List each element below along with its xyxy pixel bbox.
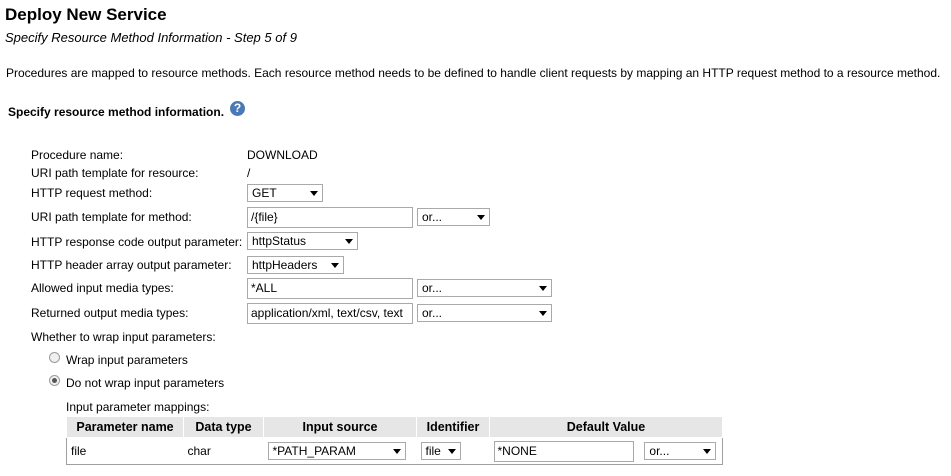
http-method-select[interactable]: GET	[247, 184, 323, 202]
intro-text: Procedures are mapped to resource method…	[6, 66, 941, 80]
help-icon[interactable]: ?	[230, 101, 245, 116]
header-array-select[interactable]: httpHeaders	[247, 256, 344, 274]
output-media-or-select[interactable]: or...	[417, 304, 552, 322]
input-source-select[interactable]: *PATH_PARAM	[267, 442, 406, 460]
page-title: Deploy New Service	[5, 5, 167, 24]
procedure-name-label: Procedure name:	[31, 148, 124, 162]
mappings-table: Parameter name Data type Input source Id…	[66, 416, 723, 465]
wrap-option-label[interactable]: Wrap input parameters	[66, 353, 188, 367]
input-media-or-select[interactable]: or...	[417, 279, 552, 297]
uri-method-or-value: or...	[422, 210, 443, 224]
output-media-input[interactable]: application/xml, text/csv, text	[247, 303, 413, 324]
header-array-value: httpHeaders	[252, 258, 318, 272]
table-row: file char *PATH_PARAM file *NONE or...	[67, 438, 723, 465]
chevron-down-icon	[539, 286, 547, 291]
http-method-label: HTTP request method:	[31, 186, 153, 200]
chevron-down-icon	[392, 449, 401, 454]
col-data-type: Data type	[183, 416, 264, 438]
mappings-header-row: Parameter name Data type Input source Id…	[66, 416, 723, 438]
col-input-source: Input source	[263, 416, 417, 438]
default-or-select[interactable]: or...	[644, 442, 717, 460]
col-default-value: Default Value	[489, 416, 723, 438]
response-code-select[interactable]: httpStatus	[247, 232, 358, 250]
param-name-cell: file	[71, 444, 87, 458]
chevron-down-icon	[345, 239, 353, 244]
header-array-label: HTTP header array output parameter:	[31, 258, 232, 272]
no-wrap-radio[interactable]	[49, 375, 60, 386]
http-method-value: GET	[252, 186, 277, 200]
input-media-input[interactable]: *ALL	[247, 278, 413, 299]
response-code-label: HTTP response code output parameter:	[31, 235, 243, 249]
chevron-down-icon	[310, 191, 318, 196]
input-media-label: Allowed input media types:	[31, 281, 174, 295]
wrap-label: Whether to wrap input parameters:	[31, 330, 216, 344]
default-or-value: or...	[649, 444, 670, 458]
col-identifier: Identifier	[416, 416, 490, 438]
chevron-down-icon	[447, 449, 456, 454]
response-code-value: httpStatus	[252, 234, 307, 248]
identifier-select[interactable]: file	[420, 442, 461, 460]
input-media-or-value: or...	[422, 281, 443, 295]
wrap-radio[interactable]	[49, 352, 60, 363]
identifier-value: file	[425, 444, 441, 458]
procedure-name-value: DOWNLOAD	[247, 148, 318, 162]
data-type-cell: char	[187, 444, 211, 458]
col-parameter-name: Parameter name	[66, 416, 184, 438]
no-wrap-option-label[interactable]: Do not wrap input parameters	[66, 376, 224, 390]
uri-method-label: URI path template for method:	[31, 210, 192, 224]
uri-resource-label: URI path template for resource:	[31, 166, 199, 180]
output-media-label: Returned output media types:	[31, 306, 189, 320]
chevron-down-icon	[703, 449, 712, 454]
mappings-label: Input parameter mappings:	[66, 400, 210, 414]
chevron-down-icon	[477, 215, 485, 220]
page-subtitle: Specify Resource Method Information - St…	[5, 30, 297, 45]
uri-resource-value: /	[247, 166, 251, 180]
input-source-value: *PATH_PARAM	[272, 444, 356, 458]
uri-method-or-select[interactable]: or...	[417, 208, 490, 226]
section-title: Specify resource method information.	[8, 105, 225, 119]
chevron-down-icon	[331, 263, 339, 268]
uri-method-input[interactable]: /{file}	[247, 207, 413, 228]
chevron-down-icon	[539, 311, 547, 316]
output-media-or-value: or...	[422, 306, 443, 320]
default-value-input[interactable]: *NONE	[493, 440, 634, 462]
